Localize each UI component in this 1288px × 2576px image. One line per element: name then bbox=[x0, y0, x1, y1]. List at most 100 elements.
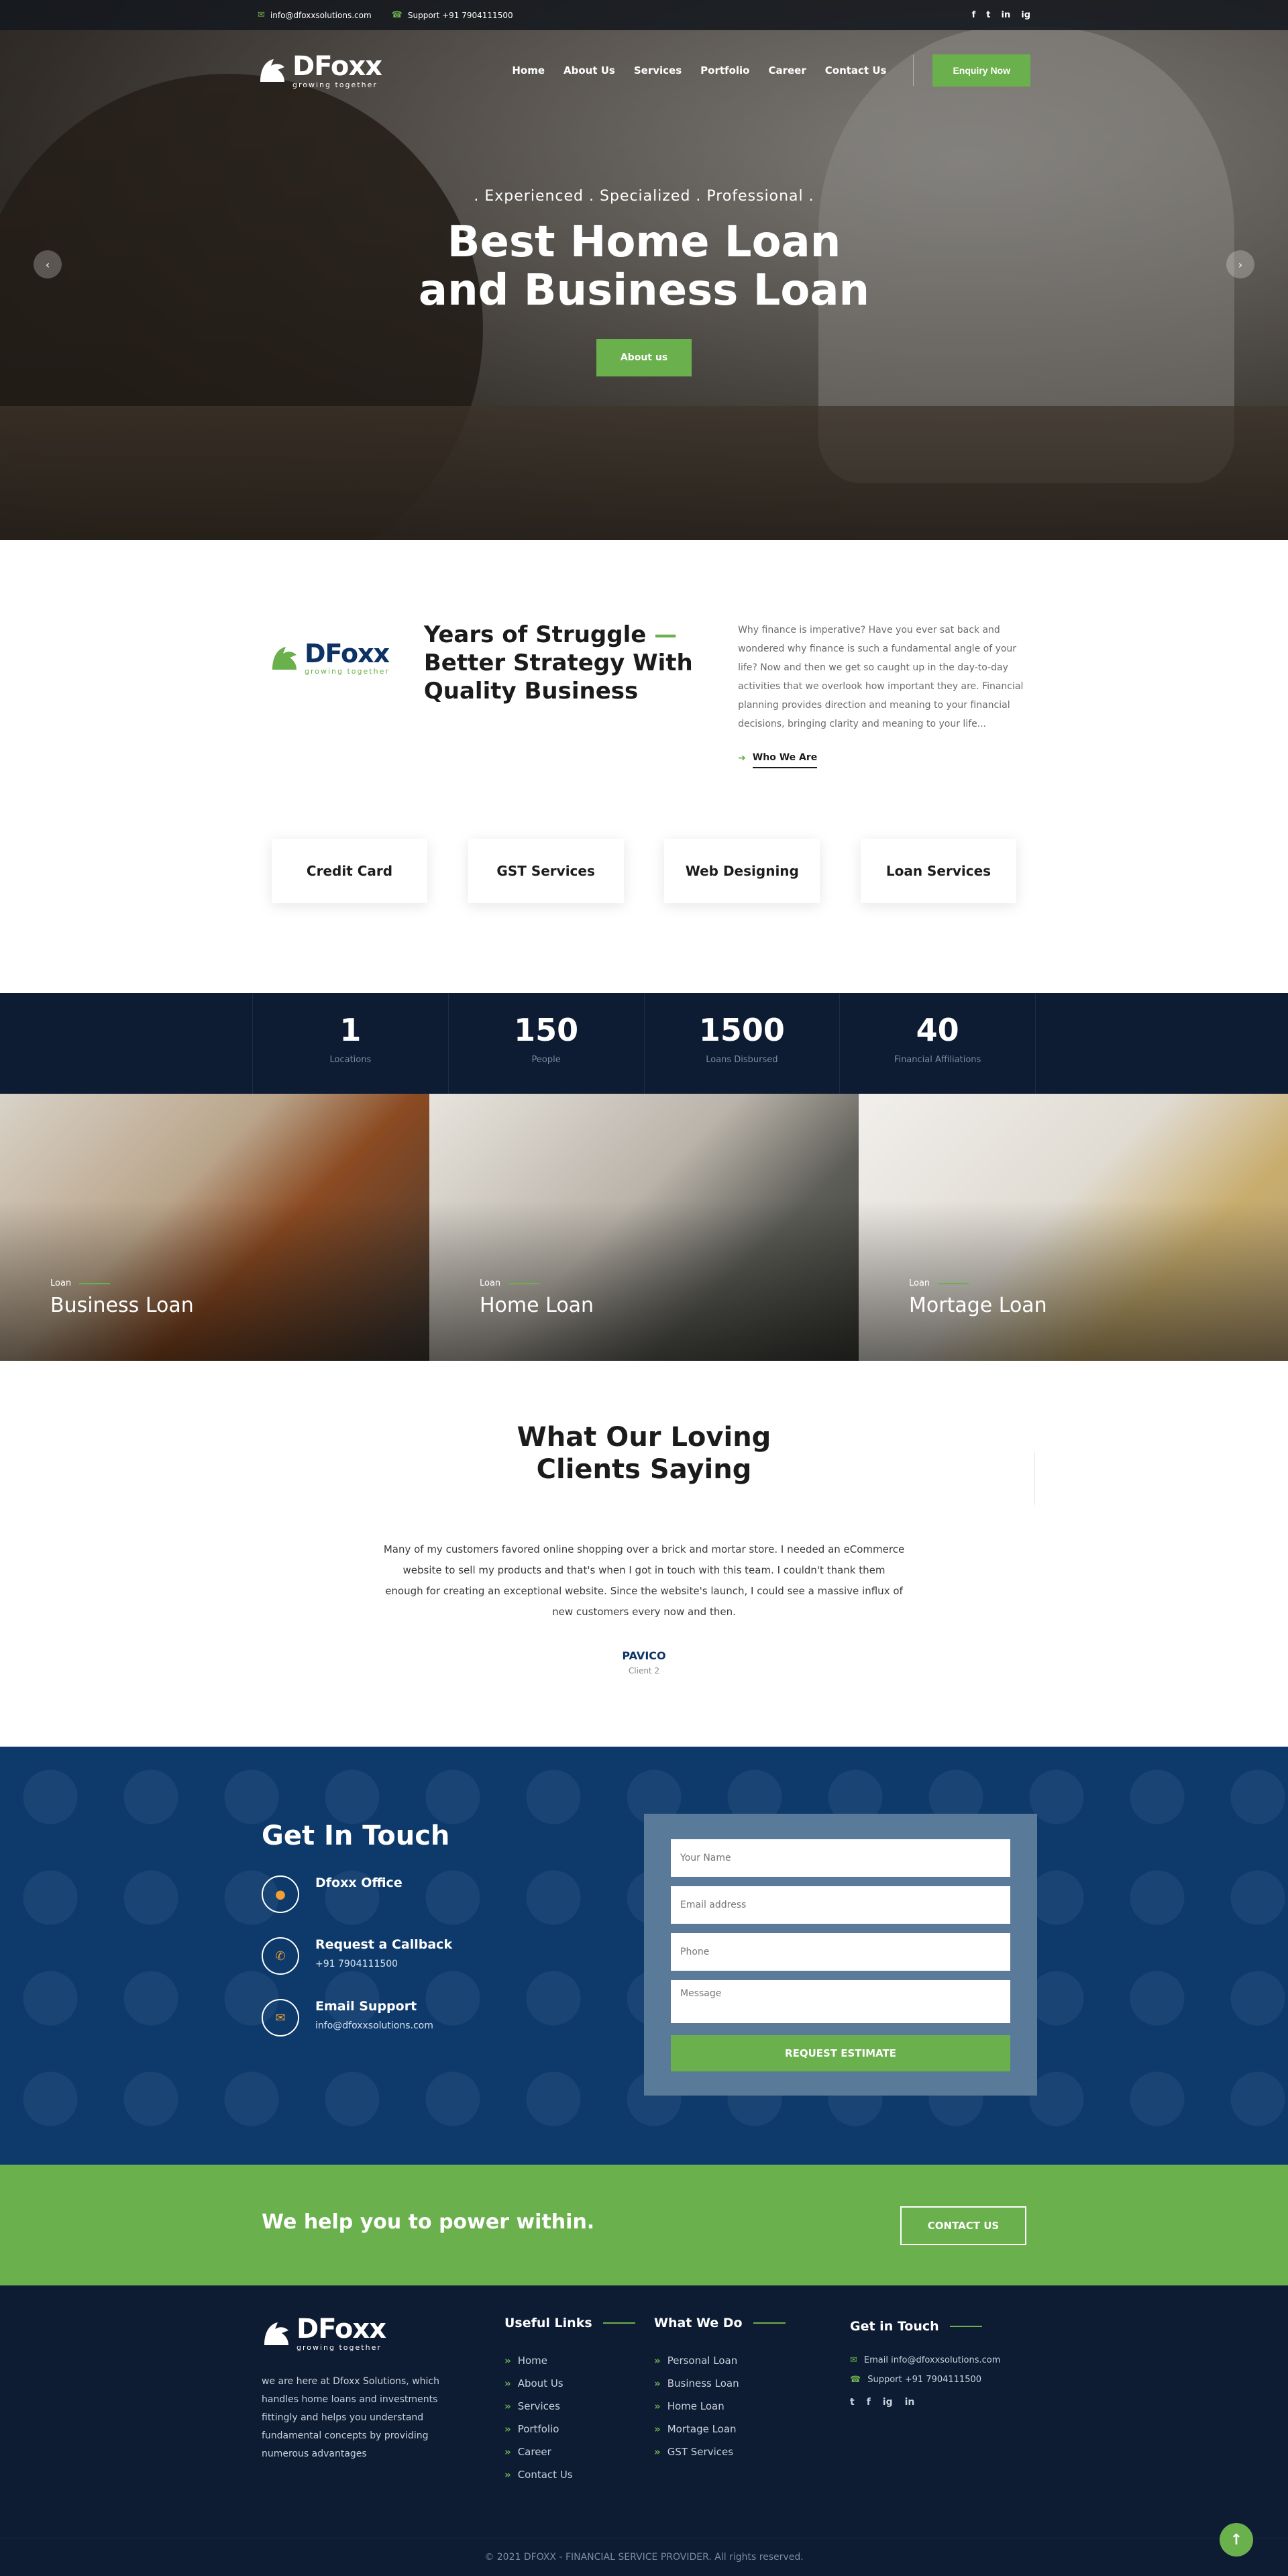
service-card-gst[interactable]: GST Services bbox=[468, 839, 624, 903]
instagram-icon[interactable]: ig bbox=[883, 2397, 893, 2408]
contact-email: ✉ Email Support info@dfoxxsolutions.com bbox=[262, 1999, 452, 2037]
top-bar: ✉ info@dfoxxsolutions.com ☎ Support +91 … bbox=[0, 0, 1288, 30]
contact-email-link[interactable]: info@dfoxxsolutions.com bbox=[315, 2020, 433, 2031]
instagram-icon[interactable]: ig bbox=[1021, 10, 1030, 20]
testimonial-role: Client 2 bbox=[628, 1666, 660, 1676]
linkedin-icon[interactable]: in bbox=[1002, 10, 1011, 20]
fox-logo-icon bbox=[260, 59, 284, 82]
testimonials-title: What Our Loving Clients Saying bbox=[517, 1422, 771, 1485]
footer-link[interactable]: » Contact Us bbox=[504, 2469, 635, 2481]
message-field[interactable] bbox=[671, 1980, 1010, 2023]
cta-banner: We help you to power within. CONTACT US bbox=[0, 2165, 1288, 2285]
footer-useful-links: Useful Links » Home » About Us » Services »… bbox=[504, 2316, 635, 2491]
footer-brand: DFoxx growing together bbox=[262, 2316, 386, 2351]
testimonials-section: What Our Loving Clients Saying Many of m… bbox=[0, 1361, 1288, 1747]
service-card-credit-card[interactable]: Credit Card bbox=[272, 839, 427, 903]
twitter-icon[interactable]: t bbox=[850, 2397, 855, 2408]
hero-title: Best Home Loan and Business Loan bbox=[418, 217, 870, 315]
loan-tiles: Loan Business Loan Loan Home Loan Loan M… bbox=[0, 1094, 1288, 1361]
footer-support[interactable]: ☎ Support +91 7904111500 bbox=[850, 2375, 1000, 2385]
divider-line bbox=[1034, 1451, 1035, 1505]
footer-email[interactable]: ✉ Email info@dfoxxsolutions.com bbox=[850, 2355, 1000, 2365]
stat-locations: 1 Locations bbox=[252, 993, 448, 1094]
contact-title: Get In Touch bbox=[262, 1820, 450, 1851]
footer-what-we-do: What We Do » Personal Loan » Business Loan… bbox=[654, 2316, 786, 2469]
location-pin-icon: ● bbox=[262, 1875, 299, 1913]
headset-icon: ☎ bbox=[850, 2375, 861, 2385]
nav-home[interactable]: Home bbox=[512, 64, 545, 76]
about-text-block: Why finance is imperative? Have you ever… bbox=[738, 621, 1030, 768]
testimonial-name: PAVICO bbox=[622, 1649, 666, 1662]
tile-mortgage-loan[interactable]: Loan Mortage Loan bbox=[859, 1094, 1288, 1361]
stat-loans: 1500 Loans Disbursed bbox=[643, 993, 840, 1094]
footer-logo[interactable]: DFoxx growing together bbox=[262, 2316, 386, 2351]
logo-tagline: growing together bbox=[292, 80, 378, 89]
footer-link[interactable]: » About Us bbox=[504, 2377, 635, 2389]
stat-affiliations: 40 Financial Affiliations bbox=[839, 993, 1036, 1094]
footer-service-link[interactable]: » Personal Loan bbox=[654, 2355, 786, 2367]
contact-callback: ✆ Request a Callback +91 7904111500 bbox=[262, 1937, 452, 1975]
back-to-top-button[interactable]: ↑ bbox=[1220, 2523, 1253, 2557]
footer-service-link[interactable]: » Business Loan bbox=[654, 2377, 786, 2389]
nav-portfolio[interactable]: Portfolio bbox=[700, 64, 749, 76]
service-card-loan[interactable]: Loan Services bbox=[860, 839, 1016, 903]
contact-us-button[interactable]: CONTACT US bbox=[900, 2206, 1026, 2245]
request-estimate-button[interactable]: REQUEST ESTIMATE bbox=[671, 2035, 1010, 2071]
tile-home-loan[interactable]: Loan Home Loan bbox=[429, 1094, 859, 1361]
footer-link[interactable]: » Home bbox=[504, 2355, 635, 2367]
mail-icon: ✉ bbox=[258, 10, 265, 20]
topbar-social: f t in ig bbox=[972, 10, 1030, 20]
hero-content: . Experienced . Specialized . Profession… bbox=[0, 188, 1288, 376]
footer-service-link[interactable]: » Home Loan bbox=[654, 2400, 786, 2412]
who-we-are-link[interactable]: ➜ Who We Are bbox=[738, 748, 1030, 768]
footer-link[interactable]: » Portfolio bbox=[504, 2423, 635, 2435]
copyright: © 2021 DFOXX - FINANCIAL SERVICE PROVIDE… bbox=[0, 2538, 1288, 2576]
footer-link[interactable]: » Services bbox=[504, 2400, 635, 2412]
footer-service-link[interactable]: » Mortage Loan bbox=[654, 2423, 786, 2435]
nav-contact[interactable]: Contact Us bbox=[825, 64, 887, 76]
service-card-web-design[interactable]: Web Designing bbox=[664, 839, 820, 903]
facebook-icon[interactable]: f bbox=[972, 10, 976, 20]
nav-divider bbox=[913, 55, 914, 86]
footer: DFoxx growing together we are here at Df… bbox=[0, 2285, 1288, 2576]
twitter-icon[interactable]: t bbox=[986, 10, 990, 20]
phone-icon: ✆ bbox=[262, 1937, 299, 1975]
contact-office: ● Dfoxx Office bbox=[262, 1875, 452, 1913]
arrow-right-icon: ➜ bbox=[738, 753, 746, 764]
footer-service-link[interactable]: » GST Services bbox=[654, 2446, 786, 2458]
fox-logo-icon bbox=[272, 646, 297, 670]
footer-social: t f ig in bbox=[850, 2397, 1000, 2408]
footer-get-in-touch: Get in Touch ✉ Email info@dfoxxsolutions… bbox=[850, 2319, 1001, 2408]
hero-about-button[interactable]: About us bbox=[596, 339, 692, 376]
logo-text: DFoxx bbox=[292, 50, 382, 82]
linkedin-icon[interactable]: in bbox=[905, 2397, 915, 2408]
about-paragraph: Why finance is imperative? Have you ever… bbox=[738, 625, 1024, 729]
email-field[interactable] bbox=[671, 1886, 1010, 1924]
nav-career[interactable]: Career bbox=[768, 64, 806, 76]
service-cards: Credit Card GST Services Web Designing L… bbox=[272, 839, 1016, 903]
phone-field[interactable] bbox=[671, 1933, 1010, 1971]
about-title: Years of Struggle — Better Strategy With… bbox=[423, 621, 693, 705]
about-section: DFoxx growing together Years of Struggle… bbox=[0, 540, 1288, 993]
footer-link[interactable]: » Career bbox=[504, 2446, 635, 2458]
facebook-icon[interactable]: f bbox=[867, 2397, 871, 2408]
estimate-form: REQUEST ESTIMATE bbox=[644, 1814, 1037, 2096]
logo[interactable]: DFoxx growing together bbox=[258, 53, 382, 89]
topbar-email[interactable]: ✉ info@dfoxxsolutions.com bbox=[258, 10, 372, 20]
stats-section: 1 Locations 150 People 1500 Loans Disbur… bbox=[0, 993, 1288, 1094]
topbar-support[interactable]: ☎ Support +91 7904111500 bbox=[392, 10, 513, 20]
stat-people: 150 People bbox=[447, 993, 644, 1094]
fox-logo-icon bbox=[264, 2322, 288, 2345]
tile-business-loan[interactable]: Loan Business Loan bbox=[0, 1094, 429, 1361]
cta-text: We help you to power within. bbox=[262, 2210, 595, 2234]
envelope-icon: ✉ bbox=[262, 1999, 299, 2037]
contact-phone[interactable]: +91 7904111500 bbox=[315, 1959, 452, 1969]
hero-subtitle: . Experienced . Specialized . Profession… bbox=[474, 188, 814, 205]
enquiry-button[interactable]: Enquiry Now bbox=[932, 54, 1030, 87]
nav-about[interactable]: About Us bbox=[564, 64, 615, 76]
name-field[interactable] bbox=[671, 1839, 1010, 1877]
contact-section: Get In Touch ● Dfoxx Office ✆ Request a … bbox=[0, 1747, 1288, 2165]
nav-services[interactable]: Services bbox=[634, 64, 682, 76]
mail-icon: ✉ bbox=[850, 2355, 857, 2365]
testimonial-quote: Many of my customers favored online shop… bbox=[383, 1543, 905, 1618]
